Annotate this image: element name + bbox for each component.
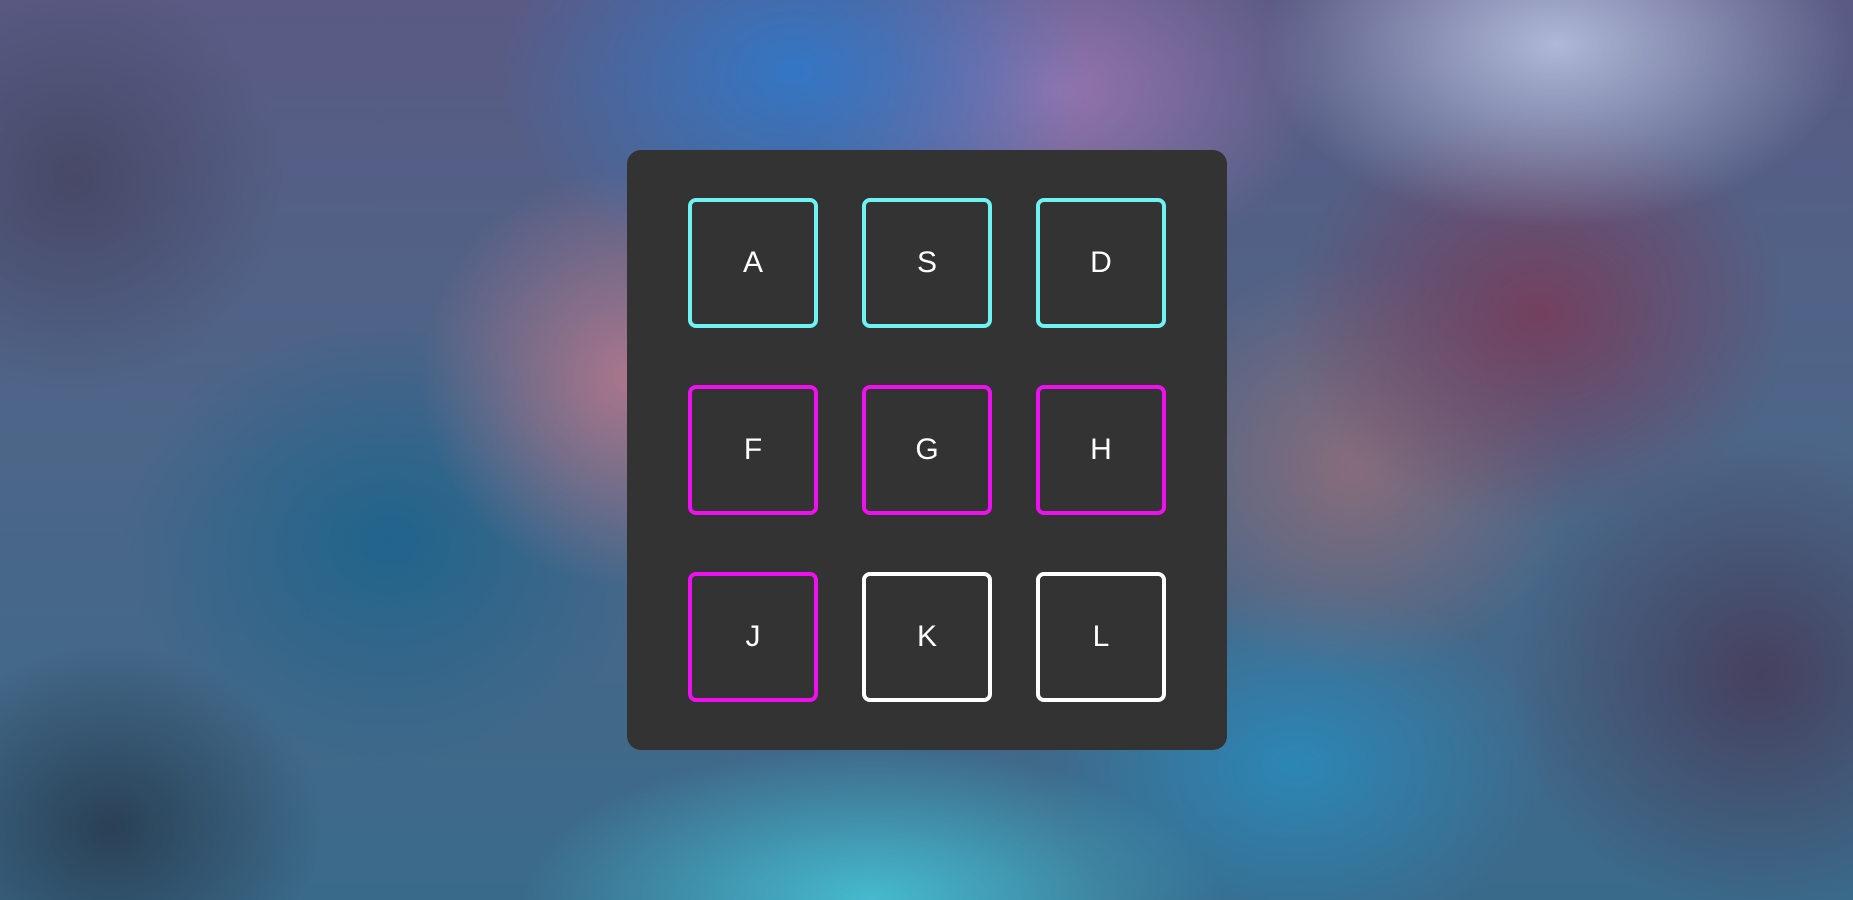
key-g-label: G xyxy=(915,433,939,466)
key-l-label: L xyxy=(1092,620,1110,653)
key-a-label: A xyxy=(742,246,763,279)
key-g[interactable]: G xyxy=(862,385,992,515)
key-f-label: F xyxy=(743,433,763,466)
key-h[interactable]: H xyxy=(1036,385,1166,515)
key-j[interactable]: J xyxy=(688,572,818,702)
key-d-label: D xyxy=(1090,246,1112,279)
key-l[interactable]: L xyxy=(1036,572,1166,702)
keypad-panel: A S D F G H J K L xyxy=(627,150,1227,750)
key-j-label: J xyxy=(745,620,761,653)
key-s-label: S xyxy=(916,246,937,279)
key-a[interactable]: A xyxy=(688,198,818,328)
key-h-label: H xyxy=(1090,433,1112,466)
key-s[interactable]: S xyxy=(862,198,992,328)
key-f[interactable]: F xyxy=(688,385,818,515)
key-k[interactable]: K xyxy=(862,572,992,702)
key-d[interactable]: D xyxy=(1036,198,1166,328)
key-k-label: K xyxy=(916,620,937,653)
